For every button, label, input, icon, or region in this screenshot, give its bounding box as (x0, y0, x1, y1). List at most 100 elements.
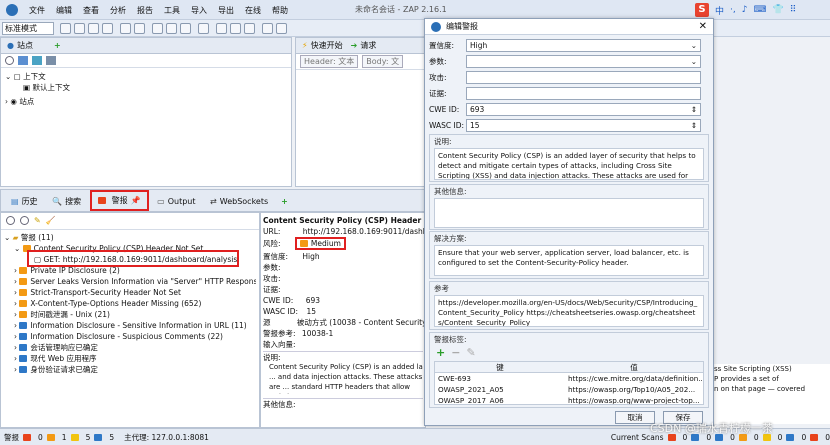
tree-contexts[interactable]: ⌄ ▢ 上下文 (5, 71, 287, 82)
broom-icon[interactable]: 🧹 (46, 216, 56, 226)
open-session-icon[interactable] (74, 23, 85, 34)
dlg-wasc-spinner[interactable]: 15 ⇕ (466, 119, 701, 132)
dlg-cwe-spinner[interactable]: 693 ⇕ (466, 103, 701, 116)
close-icon[interactable]: ✕ (699, 21, 707, 32)
alert-tree-item[interactable]: › Information Disclosure - Sensitive Inf… (4, 320, 256, 331)
expand-chevron-icon[interactable]: ⌄ (14, 244, 23, 253)
high-flag-icon (23, 433, 31, 441)
tab-search[interactable]: 🔍 搜索 (46, 191, 87, 212)
add-tag-icon[interactable]: + (436, 346, 445, 359)
window-title: 未命名会话 - ZAP 2.16.1 (355, 5, 447, 14)
dlg-refs-text[interactable]: https://developer.mozilla.org/en-US/docs… (434, 295, 704, 327)
new-session-icon[interactable] (60, 23, 71, 34)
dlg-cwe-label: CWE ID: (429, 105, 460, 114)
tags-value-header[interactable]: 值 (565, 362, 703, 372)
continue-icon[interactable] (244, 23, 255, 34)
alert-detail-title: Content Security Policy (CSP) Header Not… (263, 216, 425, 225)
mode-select[interactable]: 标准模式 (2, 22, 54, 35)
alerts-root[interactable]: ⌄ ▰ 警报 (11) (4, 232, 256, 243)
pin-icon[interactable]: 📌 (131, 196, 141, 205)
dlg-confidence-select[interactable]: High ⌄ (466, 39, 701, 52)
add-tab-icon[interactable]: + (281, 197, 288, 206)
layout-icon[interactable] (152, 23, 163, 34)
target-icon[interactable] (5, 56, 14, 65)
alert-tree-item[interactable]: › Information Disclosure - Suspicious Co… (4, 331, 256, 342)
dlg-other-text[interactable] (434, 198, 704, 228)
link-icon[interactable] (32, 56, 42, 65)
header-format-select[interactable]: Header: 文本 (300, 55, 359, 68)
alert-tree-item[interactable]: › Server Leaks Version Information via "… (4, 276, 256, 287)
menu-online[interactable]: 在线 (245, 5, 261, 16)
cancel-button[interactable]: 取消 (615, 411, 655, 424)
edit-pencil-icon[interactable]: ✎ (34, 216, 41, 226)
filter-icon[interactable] (46, 56, 56, 65)
dlg-param-select[interactable]: ⌄ (466, 55, 701, 68)
tag-row[interactable]: CWE-693 https://cwe.mitre.org/data/defini… (435, 373, 703, 384)
param-chevron-icon: ⌄ (690, 57, 697, 66)
tree-sites[interactable]: › ◉ 站点 (5, 96, 287, 107)
dlg-attack-input[interactable] (466, 71, 701, 84)
tag-row[interactable]: OWASP_2017_A06 https://owasp.org/www-proj… (435, 395, 703, 404)
body-format-select[interactable]: Body: 文 (362, 55, 404, 68)
alert-tree-item[interactable]: › 现代 Web 应用程序 (4, 353, 256, 364)
scope-filter-icon[interactable] (20, 216, 29, 225)
dlg-solution-text[interactable]: Ensure that your web server, application… (434, 245, 704, 276)
tab-quickstart[interactable]: ⚡ 快速开始 (296, 38, 349, 53)
alert-tree-item[interactable]: › Strict-Transport-Security Header Not S… (4, 287, 256, 298)
menu-help[interactable]: 帮助 (272, 5, 288, 16)
dlg-wasc-label: WASC ID: (429, 121, 465, 130)
dlg-evidence-input[interactable] (466, 87, 701, 100)
target-filter-icon[interactable] (6, 216, 15, 225)
tag-row[interactable]: OWASP_2021_A05 https://owasp.org/Top10/A0… (435, 384, 703, 395)
menu-import[interactable]: 导入 (191, 5, 207, 16)
alert-tree-item[interactable]: › 身份验证请求已确定 (4, 364, 256, 375)
layout-tabs-icon[interactable] (180, 23, 191, 34)
tab-websockets[interactable]: ⇄ WebSockets + (204, 191, 294, 212)
tab-request[interactable]: ➔ 请求 (349, 38, 379, 53)
add-icon[interactable]: + (54, 41, 61, 50)
edit-tag-icon[interactable]: ✎ (466, 346, 475, 359)
tags-table: 键 值 CWE-693 https://cwe.mitre.org/data/de… (434, 361, 704, 405)
ime-punct[interactable]: ·, (730, 5, 736, 15)
tab-output[interactable]: ▭ Output (151, 191, 201, 212)
ime-voice-icon[interactable]: ♪ (742, 5, 748, 15)
properties-icon[interactable] (102, 23, 113, 34)
spinner-icon[interactable]: ⇕ (691, 104, 697, 115)
tab-sites[interactable]: ● 站点 + (1, 38, 67, 53)
sogou-logo-icon[interactable]: S (695, 3, 709, 17)
menu-analyse[interactable]: 分析 (110, 5, 126, 16)
show-tabs-icon[interactable] (198, 23, 209, 34)
ime-chinese[interactable]: 中 (715, 4, 724, 17)
menu-view[interactable]: 查看 (83, 5, 99, 16)
alert-tree-item[interactable]: › 时间戳泄漏 - Unix (21) (4, 309, 256, 320)
step-icon[interactable] (230, 23, 241, 34)
alert-tree-item[interactable]: › 会话管理响应已确定 (4, 342, 256, 353)
ime-keyboard-icon[interactable]: ⌨ (754, 5, 767, 15)
hud-icon[interactable] (276, 23, 287, 34)
menu-report[interactable]: 报告 (137, 5, 153, 16)
save-session-icon[interactable] (88, 23, 99, 34)
layout-split-icon[interactable] (166, 23, 177, 34)
ime-skin-icon[interactable]: 👕 (773, 5, 784, 15)
alert-tree-item[interactable]: › X-Content-Type-Options Header Missing … (4, 298, 256, 309)
url-value[interactable]: http://192.168.0.169:9011/dashboar (303, 227, 425, 236)
options-icon[interactable] (134, 23, 145, 34)
snapshot-icon[interactable] (120, 23, 131, 34)
menu-edit[interactable]: 编辑 (56, 5, 72, 16)
dlg-description-text[interactable]: Content Security Policy (CSP) is an adde… (434, 148, 704, 180)
tags-header: 键 值 (435, 362, 703, 373)
wasc-spinner-icon[interactable]: ⇕ (691, 120, 697, 131)
scan-policy-icon[interactable] (262, 23, 273, 34)
menu-file[interactable]: 文件 (29, 5, 45, 16)
tree-default-context[interactable]: ▣ 默认上下文 (5, 82, 287, 93)
image-icon[interactable] (18, 56, 28, 65)
ime-menu-icon[interactable]: ⠿ (790, 5, 797, 15)
tab-history[interactable]: ▤ 历史 (5, 191, 44, 212)
break-icon[interactable] (216, 23, 227, 34)
menu-tools[interactable]: 工具 (164, 5, 180, 16)
tab-alerts[interactable]: 警报 📌 (89, 190, 149, 211)
tags-key-header[interactable]: 键 (435, 362, 565, 372)
remove-tag-icon[interactable]: − (451, 346, 460, 359)
dialog-zap-icon (431, 21, 441, 32)
menu-export[interactable]: 导出 (218, 5, 234, 16)
